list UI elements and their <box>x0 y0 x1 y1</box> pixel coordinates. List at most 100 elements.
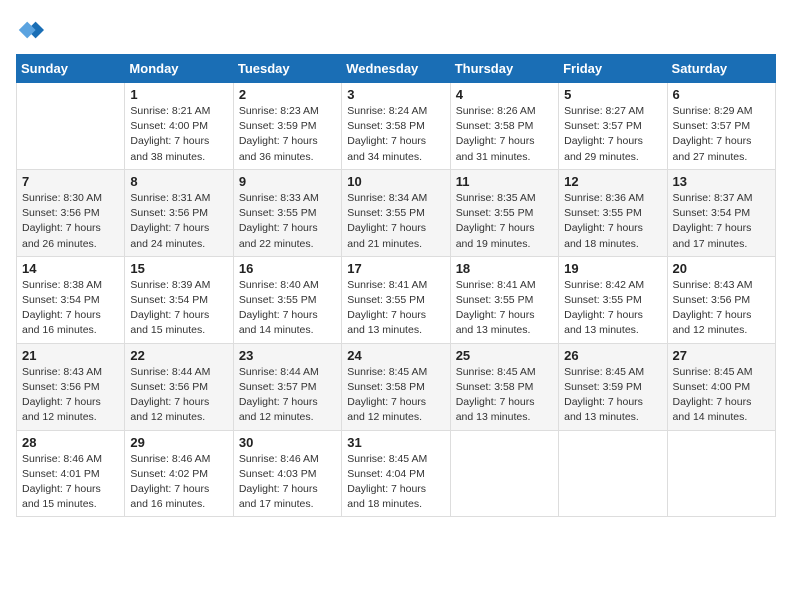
day-number: 18 <box>456 261 553 276</box>
weekday-header: Thursday <box>450 55 558 83</box>
calendar-cell: 17Sunrise: 8:41 AM Sunset: 3:55 PM Dayli… <box>342 256 450 343</box>
day-number: 20 <box>673 261 770 276</box>
calendar-week-row: 28 Sunrise: 8:46 AM Sunset: 4:01 PM Dayli… <box>17 430 776 517</box>
calendar-cell: 13 Sunrise: 8:37 AM Sunset: 3:54 PM Dayli… <box>667 169 775 256</box>
cell-content: Sunrise: 8:41 AM Sunset: 3:55 PM Dayligh… <box>456 278 553 339</box>
weekday-header: Sunday <box>17 55 125 83</box>
calendar-cell: 23 Sunrise: 8:44 AM Sunset: 3:57 PM Dayli… <box>233 343 341 430</box>
calendar-cell: 18 Sunrise: 8:41 AM Sunset: 3:55 PM Dayli… <box>450 256 558 343</box>
cell-content: Sunrise: 8:36 AM Sunset: 3:55 PM Dayligh… <box>564 191 661 252</box>
day-number: 13 <box>673 174 770 189</box>
day-number: 25 <box>456 348 553 363</box>
cell-content: Sunrise: 8:35 AM Sunset: 3:55 PM Dayligh… <box>456 191 553 252</box>
day-number: 11 <box>456 174 553 189</box>
calendar-cell: 20 Sunrise: 8:43 AM Sunset: 3:56 PM Dayli… <box>667 256 775 343</box>
cell-content: Sunrise: 8:43 AM Sunset: 3:56 PM Dayligh… <box>22 365 119 426</box>
day-number: 4 <box>456 87 553 102</box>
page-header <box>16 16 776 44</box>
cell-content: Sunrise: 8:31 AM Sunset: 3:56 PM Dayligh… <box>130 191 227 252</box>
calendar-week-row: 14Sunrise: 8:38 AM Sunset: 3:54 PM Dayli… <box>17 256 776 343</box>
calendar-cell <box>667 430 775 517</box>
calendar-cell: 21 Sunrise: 8:43 AM Sunset: 3:56 PM Dayli… <box>17 343 125 430</box>
calendar-cell: 9 Sunrise: 8:33 AM Sunset: 3:55 PM Daylig… <box>233 169 341 256</box>
cell-content: Sunrise: 8:45 AM Sunset: 4:00 PM Dayligh… <box>673 365 770 426</box>
calendar-cell: 15 Sunrise: 8:39 AM Sunset: 3:54 PM Dayli… <box>125 256 233 343</box>
calendar-cell: 8 Sunrise: 8:31 AM Sunset: 3:56 PM Daylig… <box>125 169 233 256</box>
calendar-cell: 25 Sunrise: 8:45 AM Sunset: 3:58 PM Dayli… <box>450 343 558 430</box>
calendar-cell: 11 Sunrise: 8:35 AM Sunset: 3:55 PM Dayli… <box>450 169 558 256</box>
cell-content: Sunrise: 8:46 AM Sunset: 4:03 PM Dayligh… <box>239 452 336 513</box>
calendar-cell: 26Sunrise: 8:45 AM Sunset: 3:59 PM Dayli… <box>559 343 667 430</box>
calendar-cell: 29 Sunrise: 8:46 AM Sunset: 4:02 PM Dayli… <box>125 430 233 517</box>
cell-content: Sunrise: 8:45 AM Sunset: 3:58 PM Dayligh… <box>456 365 553 426</box>
day-number: 27 <box>673 348 770 363</box>
calendar-cell: 6 Sunrise: 8:29 AM Sunset: 3:57 PM Daylig… <box>667 83 775 170</box>
weekday-header: Friday <box>559 55 667 83</box>
calendar-week-row: 1 Sunrise: 8:21 AM Sunset: 4:00 PM Daylig… <box>17 83 776 170</box>
calendar-cell: 5 Sunrise: 8:27 AM Sunset: 3:57 PM Daylig… <box>559 83 667 170</box>
calendar-cell: 2Sunrise: 8:23 AM Sunset: 3:59 PM Daylig… <box>233 83 341 170</box>
day-number: 2 <box>239 87 336 102</box>
day-number: 1 <box>130 87 227 102</box>
calendar-cell: 24Sunrise: 8:45 AM Sunset: 3:58 PM Dayli… <box>342 343 450 430</box>
day-number: 24 <box>347 348 444 363</box>
calendar-cell: 16 Sunrise: 8:40 AM Sunset: 3:55 PM Dayli… <box>233 256 341 343</box>
cell-content: Sunrise: 8:24 AM Sunset: 3:58 PM Dayligh… <box>347 104 444 165</box>
cell-content: Sunrise: 8:34 AM Sunset: 3:55 PM Dayligh… <box>347 191 444 252</box>
calendar-week-row: 21 Sunrise: 8:43 AM Sunset: 3:56 PM Dayli… <box>17 343 776 430</box>
cell-content: Sunrise: 8:43 AM Sunset: 3:56 PM Dayligh… <box>673 278 770 339</box>
logo-icon <box>16 16 44 44</box>
logo <box>16 16 46 44</box>
day-number: 15 <box>130 261 227 276</box>
cell-content: Sunrise: 8:30 AM Sunset: 3:56 PM Dayligh… <box>22 191 119 252</box>
day-number: 10 <box>347 174 444 189</box>
calendar-cell: 28 Sunrise: 8:46 AM Sunset: 4:01 PM Dayli… <box>17 430 125 517</box>
cell-content: Sunrise: 8:42 AM Sunset: 3:55 PM Dayligh… <box>564 278 661 339</box>
cell-content: Sunrise: 8:39 AM Sunset: 3:54 PM Dayligh… <box>130 278 227 339</box>
cell-content: Sunrise: 8:38 AM Sunset: 3:54 PM Dayligh… <box>22 278 119 339</box>
cell-content: Sunrise: 8:21 AM Sunset: 4:00 PM Dayligh… <box>130 104 227 165</box>
cell-content: Sunrise: 8:46 AM Sunset: 4:01 PM Dayligh… <box>22 452 119 513</box>
weekday-header: Monday <box>125 55 233 83</box>
calendar-cell: 19 Sunrise: 8:42 AM Sunset: 3:55 PM Dayli… <box>559 256 667 343</box>
cell-content: Sunrise: 8:27 AM Sunset: 3:57 PM Dayligh… <box>564 104 661 165</box>
cell-content: Sunrise: 8:26 AM Sunset: 3:58 PM Dayligh… <box>456 104 553 165</box>
day-number: 28 <box>22 435 119 450</box>
cell-content: Sunrise: 8:29 AM Sunset: 3:57 PM Dayligh… <box>673 104 770 165</box>
day-number: 17 <box>347 261 444 276</box>
day-number: 6 <box>673 87 770 102</box>
cell-content: Sunrise: 8:45 AM Sunset: 3:59 PM Dayligh… <box>564 365 661 426</box>
calendar-cell: 30 Sunrise: 8:46 AM Sunset: 4:03 PM Dayli… <box>233 430 341 517</box>
cell-content: Sunrise: 8:37 AM Sunset: 3:54 PM Dayligh… <box>673 191 770 252</box>
day-number: 16 <box>239 261 336 276</box>
calendar-cell: 7 Sunrise: 8:30 AM Sunset: 3:56 PM Daylig… <box>17 169 125 256</box>
day-number: 21 <box>22 348 119 363</box>
cell-content: Sunrise: 8:40 AM Sunset: 3:55 PM Dayligh… <box>239 278 336 339</box>
calendar-cell <box>450 430 558 517</box>
calendar-cell: 3 Sunrise: 8:24 AM Sunset: 3:58 PM Daylig… <box>342 83 450 170</box>
calendar-cell <box>17 83 125 170</box>
cell-content: Sunrise: 8:33 AM Sunset: 3:55 PM Dayligh… <box>239 191 336 252</box>
day-number: 23 <box>239 348 336 363</box>
calendar-cell: 22Sunrise: 8:44 AM Sunset: 3:56 PM Dayli… <box>125 343 233 430</box>
calendar-cell <box>559 430 667 517</box>
day-number: 9 <box>239 174 336 189</box>
day-number: 8 <box>130 174 227 189</box>
day-number: 7 <box>22 174 119 189</box>
day-number: 31 <box>347 435 444 450</box>
weekday-header: Saturday <box>667 55 775 83</box>
cell-content: Sunrise: 8:46 AM Sunset: 4:02 PM Dayligh… <box>130 452 227 513</box>
day-number: 12 <box>564 174 661 189</box>
day-number: 30 <box>239 435 336 450</box>
cell-content: Sunrise: 8:44 AM Sunset: 3:57 PM Dayligh… <box>239 365 336 426</box>
weekday-header: Tuesday <box>233 55 341 83</box>
day-number: 19 <box>564 261 661 276</box>
day-number: 3 <box>347 87 444 102</box>
day-number: 5 <box>564 87 661 102</box>
day-number: 29 <box>130 435 227 450</box>
calendar-cell: 1 Sunrise: 8:21 AM Sunset: 4:00 PM Daylig… <box>125 83 233 170</box>
calendar-week-row: 7 Sunrise: 8:30 AM Sunset: 3:56 PM Daylig… <box>17 169 776 256</box>
calendar-header-row: SundayMondayTuesdayWednesdayThursdayFrid… <box>17 55 776 83</box>
weekday-header: Wednesday <box>342 55 450 83</box>
calendar-cell: 31Sunrise: 8:45 AM Sunset: 4:04 PM Dayli… <box>342 430 450 517</box>
